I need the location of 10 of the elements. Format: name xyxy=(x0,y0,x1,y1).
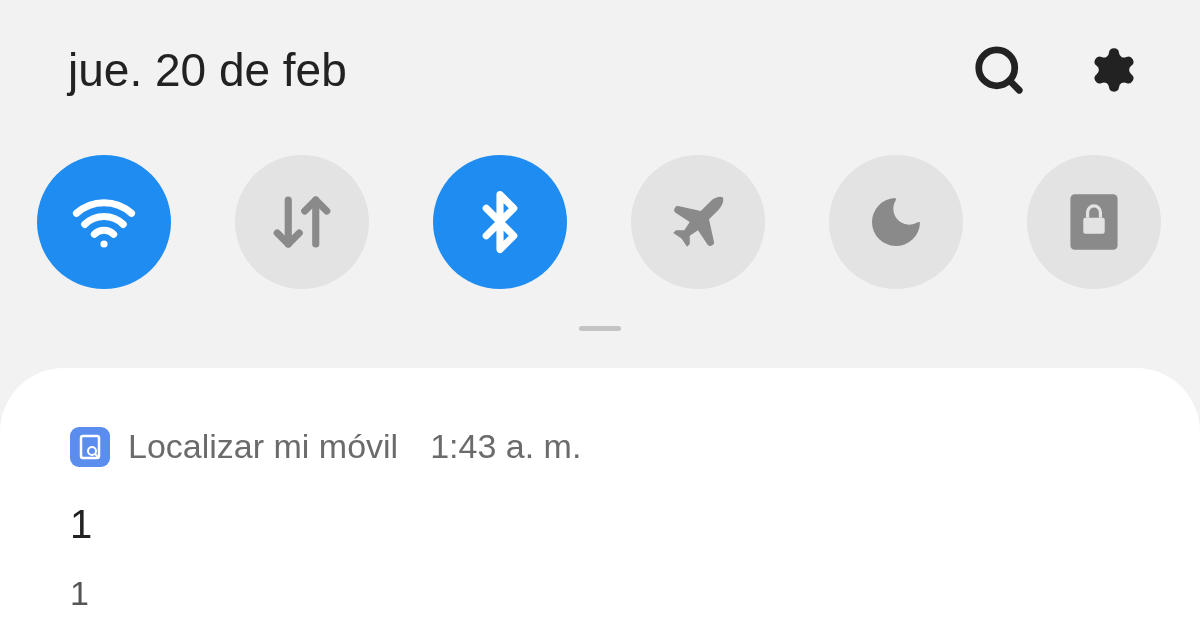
drag-handle[interactable] xyxy=(579,326,621,331)
notification-card[interactable]: Localizar mi móvil 1:43 a. m. 1 1 xyxy=(0,368,1200,630)
date-text: jue. 20 de feb xyxy=(68,42,347,98)
notification-body: 1 xyxy=(70,573,89,614)
padlock-icon xyxy=(1068,192,1120,252)
app-name: Localizar mi móvil xyxy=(128,426,399,467)
notification-time: 1:43 a. m. xyxy=(430,426,582,467)
notification-title: 1 xyxy=(70,501,93,548)
app-icon xyxy=(70,426,110,467)
search-icon[interactable] xyxy=(972,43,1026,97)
